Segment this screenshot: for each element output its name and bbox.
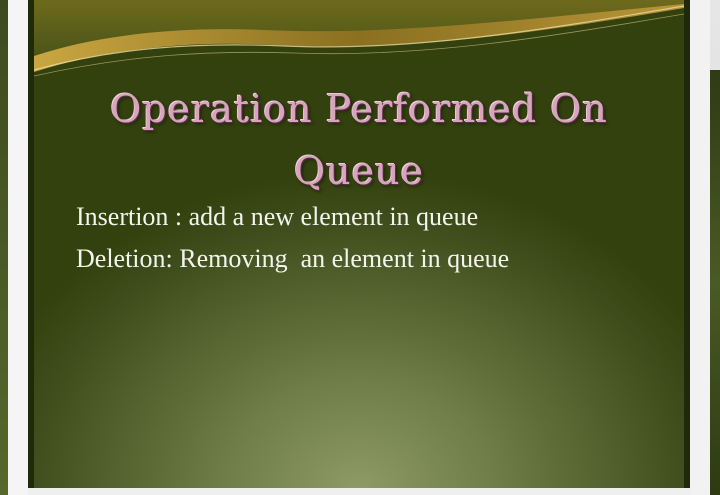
slide-title-line-2: Queue: [293, 149, 425, 193]
bullet-insertion: Insertion : add a new element in queue: [76, 202, 479, 231]
bullet-deletion: Deletion: Removing an element in queue: [76, 244, 510, 273]
viewer-gutter-left: [8, 0, 28, 495]
slide-title: Operation Performed On Queue: [74, 78, 644, 202]
header-swoosh-decoration: [34, 0, 684, 77]
next-slide-edge[interactable]: [710, 0, 720, 495]
previous-slide-edge[interactable]: [0, 0, 8, 495]
slide-body-list: Insertion : add a new element in queue D…: [76, 196, 676, 280]
slide-title-line-1: Operation Performed On: [110, 87, 608, 131]
next-slide-preview[interactable]: [710, 70, 720, 495]
viewer-bottom-margin: [28, 488, 690, 495]
slide-viewer: Operation Performed On Queue Insertion :…: [0, 0, 720, 495]
current-slide: Operation Performed On Queue Insertion :…: [28, 0, 690, 490]
